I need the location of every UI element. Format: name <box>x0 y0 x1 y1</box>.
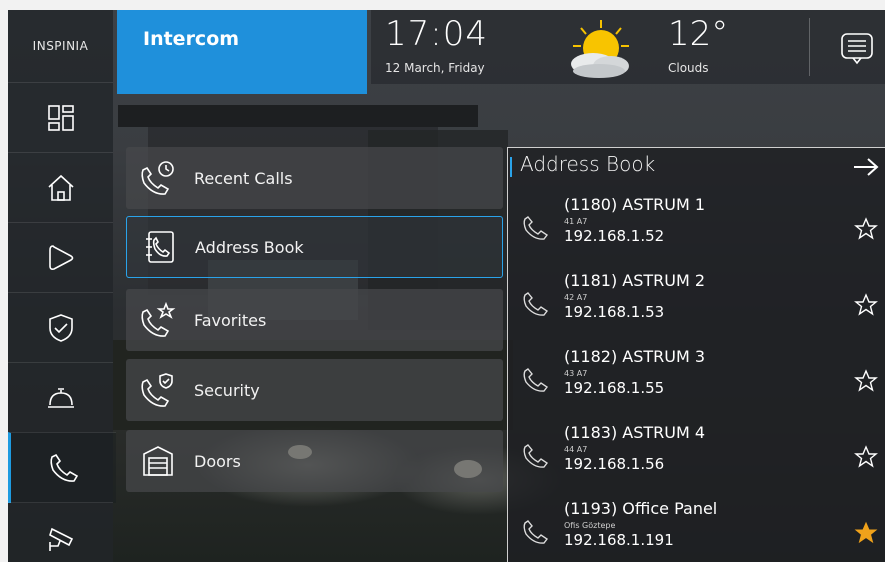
phone-clock-icon <box>141 161 174 195</box>
menu-label: Security <box>194 380 260 400</box>
play-icon <box>48 245 73 270</box>
contact-subtitle: 41 A7 <box>564 217 588 226</box>
contact-name: (1193) Office Panel <box>564 499 718 518</box>
clock-date: 12 March, Friday <box>385 61 485 75</box>
inspinia-logo: INSPINIA <box>32 39 89 53</box>
phone-icon <box>523 292 549 316</box>
section-title: Intercom <box>143 28 240 50</box>
title-marker <box>510 157 512 177</box>
menu-label: Doors <box>194 451 241 471</box>
sidebar-item-home[interactable] <box>8 152 113 223</box>
status-bar: 17:04 12 March, Friday 12° Clouds <box>371 10 885 84</box>
section-title-tab: Intercom <box>117 10 367 94</box>
temperature: 12° <box>668 14 729 54</box>
star-outline-icon[interactable] <box>854 293 878 317</box>
message-icon[interactable] <box>839 30 875 66</box>
contact-name: (1180) ASTRUM 1 <box>564 195 706 214</box>
clock-time: 17:04 <box>385 14 488 54</box>
phone-icon <box>523 520 549 544</box>
contact-ip: 192.168.1.55 <box>564 379 665 397</box>
menu-favorites[interactable]: Favorites <box>126 289 503 351</box>
sidebar-item-service[interactable] <box>8 362 113 433</box>
sun-cloud-icon <box>571 20 629 78</box>
contact-name: (1181) ASTRUM 2 <box>564 271 706 290</box>
contact-entry[interactable]: (1181) ASTRUM 2 42 A7 192.168.1.53 <box>508 269 885 345</box>
star-outline-icon[interactable] <box>854 369 878 393</box>
garage-door-icon <box>143 446 173 476</box>
star-outline-icon[interactable] <box>854 217 878 241</box>
address-book-panel: Address Book (1180) ASTRUM 1 41 A7 192.1… <box>507 147 885 562</box>
sidebar-item-security[interactable] <box>8 292 113 363</box>
phone-icon <box>523 216 549 240</box>
intercom-screen: INSPINIA Intercom 17:04 12 March, Friday… <box>8 10 885 562</box>
sidebar-item-intercom[interactable] <box>8 432 116 503</box>
contact-entry[interactable]: (1180) ASTRUM 1 41 A7 192.168.1.52 <box>508 193 885 269</box>
sidebar-item-camera[interactable] <box>8 502 113 562</box>
menu-address-book[interactable]: Address Book <box>126 216 503 278</box>
contact-subtitle: Ofis Göztepe <box>564 521 616 530</box>
sidebar-item-dashboard[interactable] <box>8 82 113 153</box>
phone-shield-icon <box>141 373 173 407</box>
menu-security[interactable]: Security <box>126 359 503 421</box>
sidebar: INSPINIA <box>8 10 116 562</box>
menu-label: Recent Calls <box>194 168 293 188</box>
arrow-right-icon[interactable] <box>852 156 880 178</box>
contact-entry[interactable]: (1193) Office Panel Ofis Göztepe 192.168… <box>508 497 885 562</box>
star-outline-icon[interactable] <box>854 445 878 469</box>
phone-star-icon <box>141 302 176 337</box>
menu-label: Address Book <box>195 237 304 257</box>
background-roof <box>118 105 478 127</box>
contact-ip: 192.168.1.56 <box>564 455 665 473</box>
service-bell-icon <box>47 388 74 408</box>
contact-entry[interactable]: (1182) ASTRUM 3 43 A7 192.168.1.55 <box>508 345 885 421</box>
menu-recent-calls[interactable]: Recent Calls <box>126 147 503 209</box>
contact-ip: 192.168.1.53 <box>564 303 665 321</box>
menu-label: Favorites <box>194 310 267 330</box>
contact-entry[interactable]: (1183) ASTRUM 4 44 A7 192.168.1.56 <box>508 421 885 497</box>
phone-icon <box>523 368 549 392</box>
contact-subtitle: 42 A7 <box>564 293 588 302</box>
contact-name: (1182) ASTRUM 3 <box>564 347 706 366</box>
menu-doors[interactable]: Doors <box>126 430 503 492</box>
address-book-title: Address Book <box>520 152 656 176</box>
phone-icon <box>49 453 78 482</box>
sidebar-item-media[interactable] <box>8 222 113 293</box>
camera-icon <box>48 527 73 551</box>
contact-ip: 192.168.1.52 <box>564 227 665 245</box>
contact-subtitle: 43 A7 <box>564 369 588 378</box>
phone-icon <box>523 444 549 468</box>
contact-ip: 192.168.1.191 <box>564 531 674 549</box>
dashboard-icon <box>47 105 74 131</box>
home-icon <box>47 174 74 201</box>
contact-subtitle: 44 A7 <box>564 445 588 454</box>
star-filled-icon[interactable] <box>854 521 878 545</box>
shield-icon <box>48 314 73 342</box>
contact-name: (1183) ASTRUM 4 <box>564 423 706 442</box>
address-book-icon <box>146 231 174 263</box>
divider <box>809 18 810 76</box>
weather-condition: Clouds <box>668 61 709 75</box>
